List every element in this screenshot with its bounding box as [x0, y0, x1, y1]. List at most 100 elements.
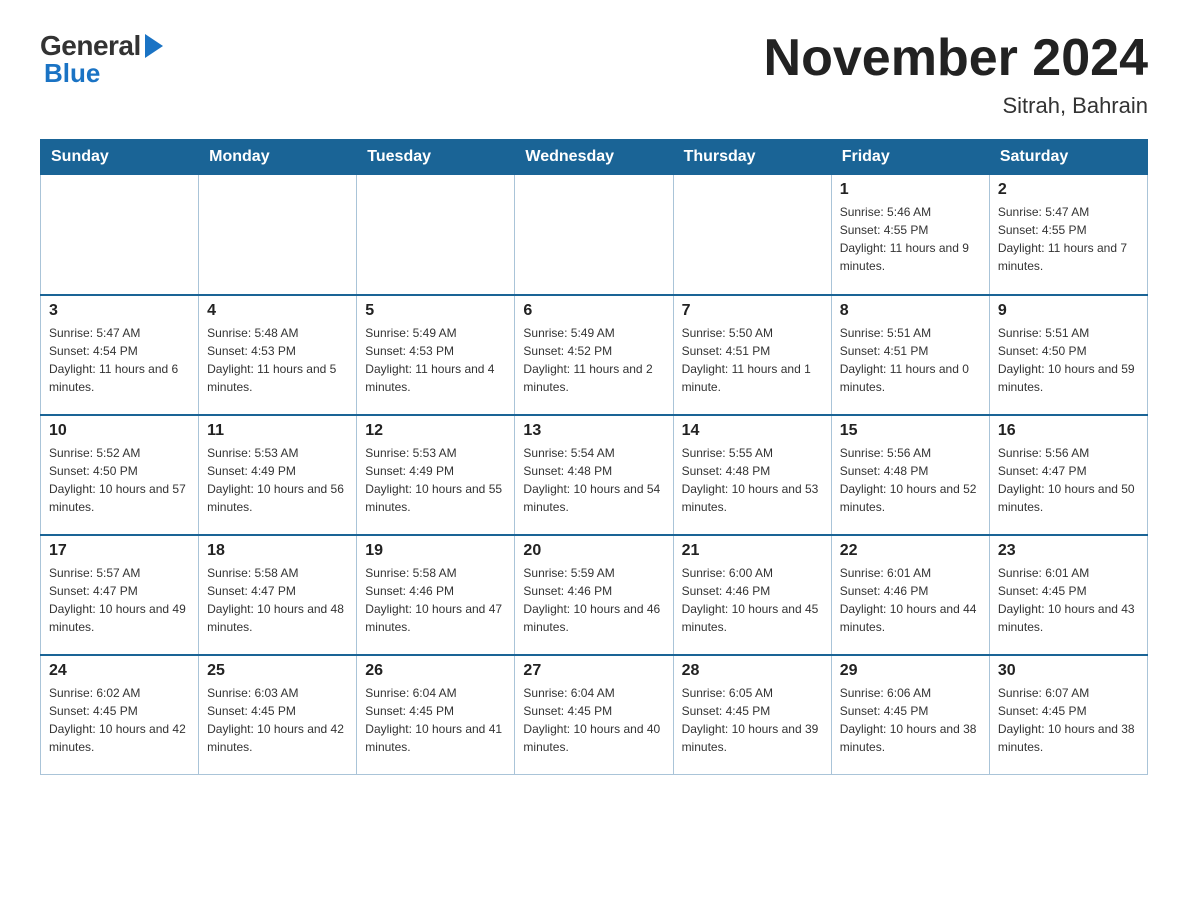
- day-cell: 23Sunrise: 6:01 AMSunset: 4:45 PMDayligh…: [989, 535, 1147, 655]
- day-number: 11: [207, 422, 348, 440]
- day-cell: [41, 175, 199, 295]
- calendar-title: November 2024: [764, 30, 1148, 87]
- day-number: 30: [998, 662, 1139, 680]
- day-number: 2: [998, 181, 1139, 199]
- day-cell: 4 Sunrise: 5:48 AMSunset: 4:53 PMDaylight…: [199, 295, 357, 415]
- day-number: 24: [49, 662, 190, 680]
- day-detail: Sunrise: 6:00 AMSunset: 4:46 PMDaylight:…: [682, 564, 823, 636]
- day-number: 4: [207, 302, 348, 320]
- day-cell: 19 Sunrise: 5:58 AMSunset: 4:46 PMDayligh…: [357, 535, 515, 655]
- day-cell: 18Sunrise: 5:58 AMSunset: 4:47 PMDayligh…: [199, 535, 357, 655]
- day-cell: 7 Sunrise: 5:50 AMSunset: 4:51 PMDaylight…: [673, 295, 831, 415]
- title-area: November 2024 Sitrah, Bahrain: [764, 30, 1148, 119]
- day-number: 21: [682, 542, 823, 560]
- logo-arrow-icon: [145, 34, 163, 58]
- day-number: 15: [840, 422, 981, 440]
- day-number: 26: [365, 662, 506, 680]
- day-number: 27: [523, 662, 664, 680]
- day-detail: Sunrise: 5:52 AMSunset: 4:50 PMDaylight:…: [49, 444, 190, 516]
- day-cell: 21 Sunrise: 6:00 AMSunset: 4:46 PMDayligh…: [673, 535, 831, 655]
- day-cell: 9 Sunrise: 5:51 AMSunset: 4:50 PMDaylight…: [989, 295, 1147, 415]
- day-cell: 6 Sunrise: 5:49 AMSunset: 4:52 PMDaylight…: [515, 295, 673, 415]
- day-cell: 12 Sunrise: 5:53 AMSunset: 4:49 PMDayligh…: [357, 415, 515, 535]
- day-detail: Sunrise: 6:02 AMSunset: 4:45 PMDaylight:…: [49, 684, 190, 756]
- day-detail: Sunrise: 6:05 AMSunset: 4:45 PMDaylight:…: [682, 684, 823, 756]
- header-row: SundayMondayTuesdayWednesdayThursdayFrid…: [41, 140, 1148, 175]
- day-detail: Sunrise: 5:51 AMSunset: 4:51 PMDaylight:…: [840, 324, 981, 396]
- week-row-2: 3 Sunrise: 5:47 AMSunset: 4:54 PMDaylight…: [41, 295, 1148, 415]
- week-row-3: 10 Sunrise: 5:52 AMSunset: 4:50 PMDayligh…: [41, 415, 1148, 535]
- day-cell: 1Sunrise: 5:46 AMSunset: 4:55 PMDaylight…: [831, 175, 989, 295]
- day-number: 19: [365, 542, 506, 560]
- day-cell: 22 Sunrise: 6:01 AMSunset: 4:46 PMDayligh…: [831, 535, 989, 655]
- day-number: 14: [682, 422, 823, 440]
- day-detail: Sunrise: 5:57 AMSunset: 4:47 PMDaylight:…: [49, 564, 190, 636]
- day-cell: [199, 175, 357, 295]
- day-detail: Sunrise: 6:03 AMSunset: 4:45 PMDaylight:…: [207, 684, 348, 756]
- day-number: 29: [840, 662, 981, 680]
- day-cell: 2 Sunrise: 5:47 AMSunset: 4:55 PMDaylight…: [989, 175, 1147, 295]
- day-cell: 24 Sunrise: 6:02 AMSunset: 4:45 PMDayligh…: [41, 655, 199, 775]
- day-number: 23: [998, 542, 1139, 560]
- day-detail: Sunrise: 6:07 AMSunset: 4:45 PMDaylight:…: [998, 684, 1139, 756]
- day-number: 7: [682, 302, 823, 320]
- day-cell: 17Sunrise: 5:57 AMSunset: 4:47 PMDayligh…: [41, 535, 199, 655]
- day-cell: 11 Sunrise: 5:53 AMSunset: 4:49 PMDayligh…: [199, 415, 357, 535]
- day-detail: Sunrise: 5:46 AMSunset: 4:55 PMDaylight:…: [840, 203, 981, 275]
- day-number: 10: [49, 422, 190, 440]
- logo-blue-text: Blue: [44, 58, 100, 89]
- day-number: 6: [523, 302, 664, 320]
- day-number: 9: [998, 302, 1139, 320]
- day-cell: 15Sunrise: 5:56 AMSunset: 4:48 PMDayligh…: [831, 415, 989, 535]
- day-detail: Sunrise: 6:04 AMSunset: 4:45 PMDaylight:…: [365, 684, 506, 756]
- day-number: 28: [682, 662, 823, 680]
- day-number: 22: [840, 542, 981, 560]
- day-cell: 25 Sunrise: 6:03 AMSunset: 4:45 PMDayligh…: [199, 655, 357, 775]
- day-detail: Sunrise: 5:56 AMSunset: 4:47 PMDaylight:…: [998, 444, 1139, 516]
- day-number: 13: [523, 422, 664, 440]
- day-number: 8: [840, 302, 981, 320]
- day-cell: 29 Sunrise: 6:06 AMSunset: 4:45 PMDayligh…: [831, 655, 989, 775]
- day-number: 20: [523, 542, 664, 560]
- day-detail: Sunrise: 5:58 AMSunset: 4:46 PMDaylight:…: [365, 564, 506, 636]
- day-cell: 13 Sunrise: 5:54 AMSunset: 4:48 PMDayligh…: [515, 415, 673, 535]
- day-number: 3: [49, 302, 190, 320]
- day-cell: 26 Sunrise: 6:04 AMSunset: 4:45 PMDayligh…: [357, 655, 515, 775]
- day-detail: Sunrise: 5:48 AMSunset: 4:53 PMDaylight:…: [207, 324, 348, 396]
- day-detail: Sunrise: 5:47 AMSunset: 4:55 PMDaylight:…: [998, 203, 1139, 275]
- day-detail: Sunrise: 5:50 AMSunset: 4:51 PMDaylight:…: [682, 324, 823, 396]
- header-cell-tuesday: Tuesday: [357, 140, 515, 175]
- day-cell: 30 Sunrise: 6:07 AMSunset: 4:45 PMDayligh…: [989, 655, 1147, 775]
- day-number: 25: [207, 662, 348, 680]
- calendar-header: SundayMondayTuesdayWednesdayThursdayFrid…: [41, 140, 1148, 175]
- header-cell-sunday: Sunday: [41, 140, 199, 175]
- header-cell-wednesday: Wednesday: [515, 140, 673, 175]
- header: General Blue November 2024 Sitrah, Bahra…: [40, 30, 1148, 119]
- logo: General Blue: [40, 30, 165, 89]
- day-detail: Sunrise: 5:51 AMSunset: 4:50 PMDaylight:…: [998, 324, 1139, 396]
- day-cell: 3 Sunrise: 5:47 AMSunset: 4:54 PMDaylight…: [41, 295, 199, 415]
- day-number: 16: [998, 422, 1139, 440]
- day-cell: 10 Sunrise: 5:52 AMSunset: 4:50 PMDayligh…: [41, 415, 199, 535]
- day-detail: Sunrise: 5:58 AMSunset: 4:47 PMDaylight:…: [207, 564, 348, 636]
- day-detail: Sunrise: 5:53 AMSunset: 4:49 PMDaylight:…: [365, 444, 506, 516]
- day-cell: 14 Sunrise: 5:55 AMSunset: 4:48 PMDayligh…: [673, 415, 831, 535]
- day-detail: Sunrise: 5:49 AMSunset: 4:52 PMDaylight:…: [523, 324, 664, 396]
- day-detail: Sunrise: 6:06 AMSunset: 4:45 PMDaylight:…: [840, 684, 981, 756]
- day-detail: Sunrise: 5:59 AMSunset: 4:46 PMDaylight:…: [523, 564, 664, 636]
- day-cell: [515, 175, 673, 295]
- day-detail: Sunrise: 5:54 AMSunset: 4:48 PMDaylight:…: [523, 444, 664, 516]
- calendar-table: SundayMondayTuesdayWednesdayThursdayFrid…: [40, 139, 1148, 775]
- calendar-subtitle: Sitrah, Bahrain: [764, 93, 1148, 119]
- day-detail: Sunrise: 5:47 AMSunset: 4:54 PMDaylight:…: [49, 324, 190, 396]
- week-row-5: 24 Sunrise: 6:02 AMSunset: 4:45 PMDayligh…: [41, 655, 1148, 775]
- week-row-4: 17Sunrise: 5:57 AMSunset: 4:47 PMDayligh…: [41, 535, 1148, 655]
- day-number: 12: [365, 422, 506, 440]
- day-detail: Sunrise: 6:01 AMSunset: 4:46 PMDaylight:…: [840, 564, 981, 636]
- day-cell: 8 Sunrise: 5:51 AMSunset: 4:51 PMDaylight…: [831, 295, 989, 415]
- day-detail: Sunrise: 5:53 AMSunset: 4:49 PMDaylight:…: [207, 444, 348, 516]
- day-detail: Sunrise: 5:55 AMSunset: 4:48 PMDaylight:…: [682, 444, 823, 516]
- week-row-1: 1Sunrise: 5:46 AMSunset: 4:55 PMDaylight…: [41, 175, 1148, 295]
- day-cell: 5Sunrise: 5:49 AMSunset: 4:53 PMDaylight…: [357, 295, 515, 415]
- day-detail: Sunrise: 6:04 AMSunset: 4:45 PMDaylight:…: [523, 684, 664, 756]
